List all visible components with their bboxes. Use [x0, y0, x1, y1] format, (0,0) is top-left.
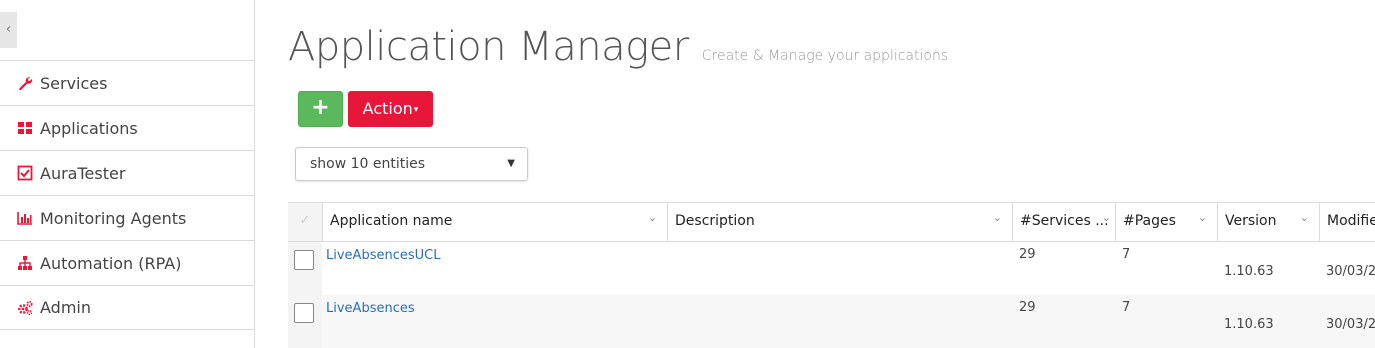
th-large-icon [16, 119, 34, 137]
modified-value: 30/03/2 [1326, 264, 1375, 279]
sidebar-item-label: Monitoring Agents [40, 208, 187, 228]
cell-services: 29 [1012, 242, 1115, 295]
column-header-modified[interactable]: Modifie [1319, 203, 1375, 241]
cell-version: 1.10.63 [1217, 242, 1319, 295]
sidebar-item-applications[interactable]: Applications [0, 105, 254, 150]
sidebar-nav: Services Applications AuraTester Monitor… [0, 60, 254, 330]
cogs-icon [16, 299, 34, 317]
cell-pages: 7 [1115, 242, 1217, 295]
column-label: #Pages [1123, 213, 1176, 229]
cell-application-name: LiveAbsences [322, 295, 667, 348]
cell-services: 29 [1012, 295, 1115, 348]
sidebar-item-automation[interactable]: Automation (RPA) [0, 240, 254, 285]
sidebar: ‹ Services Applications AuraTester Monit… [0, 0, 255, 348]
bar-chart-icon [16, 209, 34, 227]
action-dropdown-button[interactable]: Action▾ [348, 91, 433, 127]
cell-description [667, 295, 1012, 348]
sort-icon: ⌄ [1197, 211, 1207, 224]
column-header-pages[interactable]: #Pages ⌄ [1115, 203, 1217, 241]
column-header-description[interactable]: Description ⌄ [667, 203, 1012, 241]
sidebar-collapse-button[interactable]: ‹ [0, 12, 17, 48]
page-length-value: show 10 entities [310, 156, 426, 172]
version-value: 1.10.63 [1224, 264, 1274, 279]
check-square-icon [16, 164, 34, 182]
sidebar-item-label: AuraTester [40, 163, 126, 183]
services-count: 29 [1019, 247, 1036, 262]
page-header: Application Manager Create & Manage your… [288, 24, 948, 70]
sidebar-item-label: Automation (RPA) [40, 253, 182, 273]
sitemap-icon [16, 254, 34, 272]
table-row[interactable]: LiveAbsences 29 7 1.10.63 30/03/2 [288, 295, 1375, 348]
application-link[interactable]: LiveAbsencesUCL [326, 248, 440, 263]
column-header-version[interactable]: Version ⌄ [1217, 203, 1319, 241]
column-label: #Services ... [1020, 213, 1109, 229]
sort-icon: ⌄ [647, 211, 657, 224]
applications-table: ✓ Application name ⌄ Description ⌄ #Serv… [288, 202, 1375, 348]
row-checkbox[interactable] [294, 303, 314, 323]
select-all-checkbox[interactable]: ✓ [288, 203, 322, 241]
row-select [288, 242, 322, 295]
table-header: ✓ Application name ⌄ Description ⌄ #Serv… [288, 202, 1375, 242]
modified-value: 30/03/2 [1326, 317, 1375, 332]
table-row[interactable]: LiveAbsencesUCL 29 7 1.10.63 30/03/2 [288, 242, 1375, 295]
sidebar-item-services[interactable]: Services [0, 60, 254, 105]
column-header-services[interactable]: #Services ... ⌄ [1012, 203, 1115, 241]
column-label: Application name [330, 213, 453, 229]
add-application-button[interactable]: + [298, 91, 343, 127]
services-count: 29 [1019, 300, 1036, 315]
cell-pages: 7 [1115, 295, 1217, 348]
cell-application-name: LiveAbsencesUCL [322, 242, 667, 295]
row-checkbox[interactable] [294, 250, 314, 270]
pages-count: 7 [1122, 300, 1131, 315]
caret-down-icon: ▾ [413, 104, 419, 115]
sidebar-item-admin[interactable]: Admin [0, 285, 254, 330]
application-link[interactable]: LiveAbsences [326, 301, 415, 316]
sidebar-item-monitoring-agents[interactable]: Monitoring Agents [0, 195, 254, 240]
chevron-down-icon: ▼ [507, 158, 515, 169]
cell-modified: 30/03/2 [1319, 295, 1375, 348]
version-value: 1.10.63 [1224, 317, 1274, 332]
sort-icon: ⌄ [1101, 211, 1111, 224]
action-label: Action [362, 99, 413, 118]
pages-count: 7 [1122, 247, 1131, 262]
page-title: Application Manager [288, 24, 689, 70]
sort-icon: ⌄ [992, 211, 1002, 224]
sort-icon: ⌄ [1299, 211, 1309, 224]
cell-modified: 30/03/2 [1319, 242, 1375, 295]
sidebar-item-label: Applications [40, 118, 138, 138]
column-label: Modifie [1327, 213, 1375, 229]
row-select [288, 295, 322, 348]
sidebar-item-auratester[interactable]: AuraTester [0, 150, 254, 195]
sidebar-item-label: Services [40, 73, 108, 93]
sidebar-item-label: Admin [40, 298, 91, 317]
column-label: Description [675, 213, 755, 229]
page-subtitle: Create & Manage your applications [701, 48, 949, 64]
cell-description [667, 242, 1012, 295]
cell-version: 1.10.63 [1217, 295, 1319, 348]
wrench-icon [16, 74, 34, 92]
column-header-application-name[interactable]: Application name ⌄ [322, 203, 667, 241]
page-length-select[interactable]: show 10 entities ▼ [295, 147, 528, 181]
column-label: Version [1225, 213, 1277, 229]
